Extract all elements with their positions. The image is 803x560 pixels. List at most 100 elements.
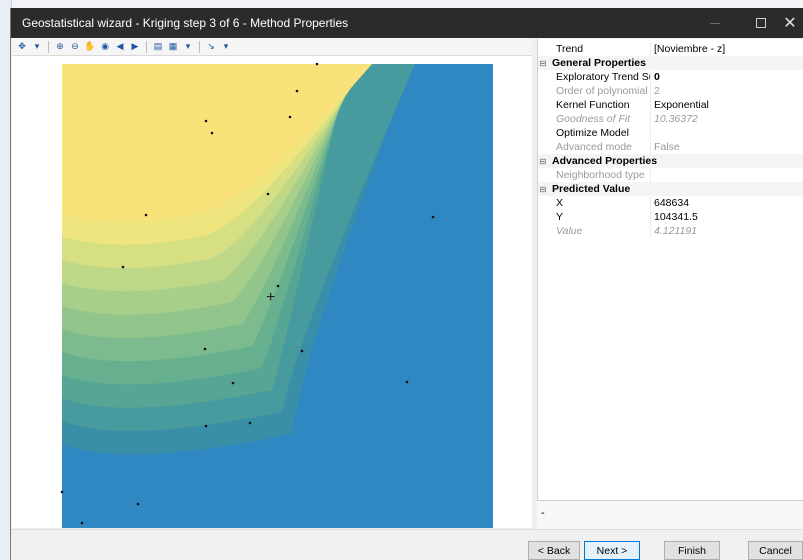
property-name: Order of polynomial [556, 85, 648, 97]
finish-button[interactable]: Finish [664, 541, 720, 560]
map-toolbar: ✥ ▾ ⊕ ⊖ ✋ ◉ ◀ ▶ ▤ ▦ ▾ ↘ ▾ [12, 38, 532, 56]
row-gutter [538, 112, 548, 126]
property-name: Value [556, 225, 583, 237]
symbology-icon[interactable]: ↘ [205, 41, 217, 53]
property-row[interactable]: Advanced mode False [538, 140, 803, 154]
dropdown-icon[interactable]: ▾ [182, 41, 194, 53]
back-icon[interactable]: ◀ [114, 41, 126, 53]
collapse-icon[interactable]: ⊟ [538, 182, 548, 196]
sample-point [136, 502, 140, 506]
legend-icon[interactable]: ▦ [167, 41, 179, 53]
property-description: - [537, 500, 803, 529]
property-value[interactable]: 104341.5 [650, 210, 800, 224]
method-properties-grid: Trend [Noviembre - z] ⊟ General Properties E… [537, 39, 803, 529]
property-name: X [556, 197, 564, 209]
property-category[interactable]: ⊟ Predicted Value [538, 182, 803, 196]
wizard-window: Geostatistical wizard - Kriging step 3 o… [10, 8, 803, 560]
row-gutter [538, 210, 548, 224]
property-row[interactable]: Optimize Model [538, 126, 803, 140]
window-title: Geostatistical wizard - Kriging step 3 o… [22, 16, 349, 30]
row-gutter [538, 98, 548, 112]
row-gutter [538, 168, 548, 182]
zoom-in-icon[interactable]: ⊕ [54, 41, 66, 53]
row-gutter [538, 84, 548, 98]
property-row[interactable]: X 648634 [538, 196, 803, 210]
collapse-icon[interactable]: ⊟ [538, 56, 548, 70]
property-row[interactable]: Order of polynomial 2 [538, 84, 803, 98]
sample-point [315, 62, 319, 66]
property-row[interactable]: Trend [Noviembre - z] [538, 42, 803, 56]
property-name: Neighborhood type [556, 169, 645, 181]
sample-point [60, 490, 64, 494]
property-value[interactable]: False [650, 140, 800, 154]
sample-point [300, 349, 304, 353]
sample-point [248, 421, 252, 425]
sample-point [288, 115, 292, 119]
sample-point [204, 424, 208, 428]
property-value[interactable]: Exponential [650, 98, 800, 112]
property-value[interactable]: 10.36372 [650, 112, 800, 126]
sample-point [144, 213, 148, 217]
property-value[interactable]: 648634 [650, 196, 800, 210]
minimize-icon [710, 22, 720, 24]
sample-point [431, 215, 435, 219]
title-bar[interactable]: Geostatistical wizard - Kriging step 3 o… [11, 8, 803, 38]
forward-icon[interactable]: ▶ [129, 41, 141, 53]
layers-icon[interactable]: ▤ [152, 41, 164, 53]
select-tool-icon[interactable]: ✥ [16, 41, 28, 53]
category-label: General Properties [552, 57, 646, 69]
map-preview[interactable]: + [12, 56, 532, 528]
property-name: Exploratory Trend Sur... [556, 71, 650, 83]
pan-icon[interactable]: ✋ [84, 41, 96, 53]
maximize-icon [756, 18, 766, 28]
property-row[interactable]: Exploratory Trend Sur...0 [538, 70, 803, 84]
next-button[interactable]: Next > [584, 541, 640, 560]
property-value[interactable]: 0 [650, 70, 800, 84]
back-button[interactable]: < Back [528, 541, 580, 560]
close-icon: ✕ [783, 15, 797, 32]
property-row[interactable]: Kernel Function Exponential [538, 98, 803, 112]
property-category[interactable]: ⊟ Advanced Properties [538, 154, 803, 168]
sample-point [231, 381, 235, 385]
dropdown-icon[interactable]: ▾ [220, 41, 232, 53]
property-category[interactable]: ⊟ General Properties [538, 56, 803, 70]
toolbar-divider [199, 40, 200, 53]
row-gutter [538, 70, 548, 84]
sample-point [210, 131, 214, 135]
zoom-out-icon[interactable]: ⊖ [69, 41, 81, 53]
property-name: Goodness of Fit [556, 113, 631, 125]
cancel-button[interactable]: Cancel [748, 541, 803, 560]
kriging-surface-map[interactable]: + [12, 56, 532, 528]
property-row[interactable]: Neighborhood type [538, 168, 803, 182]
sample-point [266, 192, 270, 196]
toolbar-divider [146, 40, 147, 53]
property-row[interactable]: Y 104341.5 [538, 210, 803, 224]
close-button[interactable]: ✕ [776, 8, 803, 38]
sample-point [295, 89, 299, 93]
property-name: Optimize Model [556, 127, 629, 139]
background-app-strip [0, 0, 803, 8]
property-name: Trend [556, 43, 584, 55]
minimize-button[interactable] [692, 8, 738, 38]
collapse-icon[interactable]: ⊟ [538, 154, 548, 168]
row-gutter [538, 140, 548, 154]
property-value[interactable]: 2 [650, 84, 800, 98]
category-label: Advanced Properties [552, 155, 658, 167]
sample-point [203, 347, 207, 351]
sample-point [80, 521, 84, 525]
property-row[interactable]: Value 4.121191 [538, 224, 803, 238]
property-value[interactable]: [Noviembre - z] [650, 42, 800, 56]
full-extent-icon[interactable]: ◉ [99, 41, 111, 53]
row-gutter [538, 126, 548, 140]
property-name: Kernel Function [556, 99, 630, 111]
row-gutter [538, 196, 548, 210]
property-row[interactable]: Goodness of Fit 10.36372 [538, 112, 803, 126]
property-value[interactable] [650, 168, 800, 182]
property-name: Y [556, 211, 564, 223]
sample-point [405, 380, 409, 384]
property-value[interactable]: 4.121191 [650, 224, 800, 238]
property-value[interactable] [650, 126, 800, 140]
dropdown-icon[interactable]: ▾ [31, 41, 43, 53]
sample-point [276, 284, 280, 288]
category-label: Predicted Value [552, 183, 631, 195]
